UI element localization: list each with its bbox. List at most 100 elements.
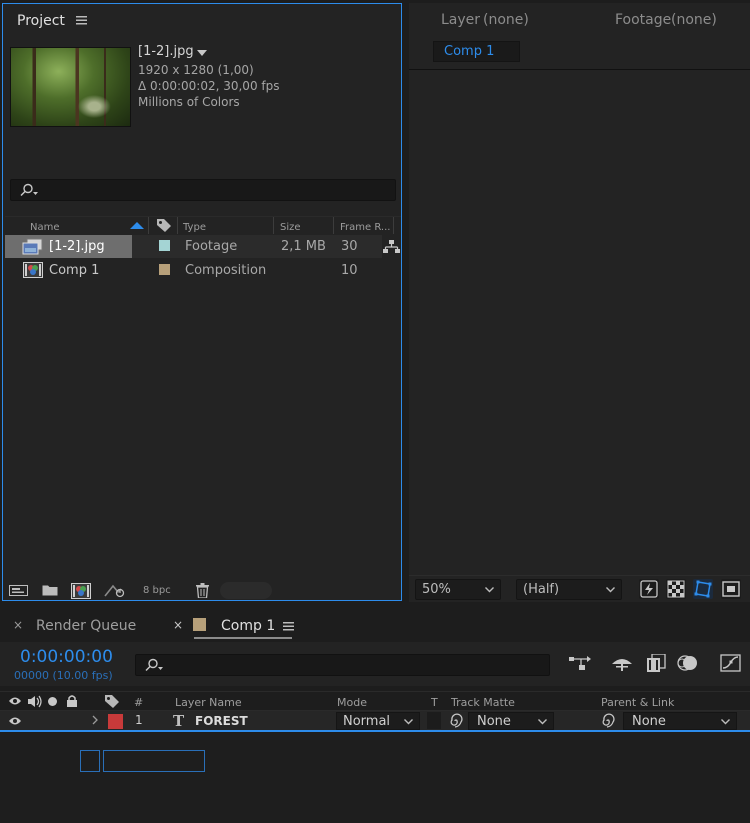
- panel-menu-icon[interactable]: [283, 621, 294, 631]
- sort-ascending-icon[interactable]: [130, 222, 144, 229]
- timeline-tabs: × Render Queue × Comp 1: [0, 612, 750, 642]
- close-icon[interactable]: ×: [13, 618, 23, 632]
- item-frame-rate: 10: [341, 263, 358, 278]
- project-item-footage[interactable]: [1-2].jpg Footage 2,1 MB 30: [5, 235, 382, 258]
- layer-label-swatch[interactable]: [108, 714, 123, 729]
- panel-menu-icon[interactable]: [76, 15, 87, 25]
- resolution-value: (Half): [523, 582, 560, 597]
- file-duration: Δ 0:00:00:02, 30,00 fps: [138, 79, 280, 93]
- region-of-interest-icon[interactable]: [721, 579, 741, 599]
- column-track-matte[interactable]: Track Matte: [451, 696, 515, 709]
- mask-visibility-icon[interactable]: [693, 579, 713, 599]
- eye-icon[interactable]: [8, 716, 22, 726]
- project-column-header: Name Type Size Frame R...: [5, 216, 401, 234]
- current-timecode[interactable]: 0:00:00:00: [20, 647, 113, 667]
- project-settings-icon[interactable]: [104, 583, 126, 598]
- project-search-input[interactable]: [10, 179, 396, 201]
- label-tag-icon[interactable]: [104, 694, 120, 708]
- viewer-header: Layer (none) Footage (none) Comp 1: [409, 3, 750, 70]
- zoom-value: 50%: [422, 582, 451, 597]
- motion-blur-icon[interactable]: [677, 654, 699, 672]
- close-icon[interactable]: ×: [173, 618, 183, 632]
- lock-icon[interactable]: [66, 694, 78, 708]
- column-name[interactable]: Name: [30, 222, 60, 233]
- project-footer: 8 bpc: [5, 581, 401, 601]
- column-size[interactable]: Size: [280, 222, 301, 233]
- search-icon: [144, 658, 166, 672]
- viewer-toolbar: 50% (Half): [409, 575, 750, 602]
- layer-value[interactable]: (none): [483, 12, 529, 28]
- flowchart-icon[interactable]: [383, 240, 400, 254]
- project-item-composition[interactable]: Comp 1 Composition 10: [5, 259, 382, 282]
- trash-icon[interactable]: [196, 583, 209, 598]
- fast-previews-icon[interactable]: [639, 579, 659, 599]
- mode-dropdown[interactable]: Normal: [336, 712, 420, 730]
- chevron-down-icon: [538, 719, 547, 725]
- comp-flowchart-icon[interactable]: [569, 655, 593, 671]
- chevron-right-icon[interactable]: [92, 715, 98, 725]
- layer-name[interactable]: FOREST: [195, 714, 248, 728]
- column-mode[interactable]: Mode: [337, 696, 367, 709]
- timeline-search-input[interactable]: [135, 654, 550, 676]
- interpret-footage-icon[interactable]: [9, 583, 29, 597]
- layer-row[interactable]: 1 T FOREST Normal None None: [0, 711, 750, 732]
- column-divider: [393, 217, 394, 234]
- switches-toggle-button[interactable]: [80, 750, 100, 772]
- composition-viewer[interactable]: [409, 70, 750, 575]
- new-folder-icon[interactable]: [42, 583, 58, 596]
- column-layer-name[interactable]: Layer Name: [175, 696, 242, 709]
- transparency-grid-icon[interactable]: [666, 579, 686, 599]
- tab-render-queue[interactable]: Render Queue: [36, 618, 136, 634]
- pickwhip-icon[interactable]: [447, 713, 465, 729]
- viewer-comp-tab[interactable]: Comp 1: [433, 41, 520, 62]
- frame-blending-icon[interactable]: [646, 654, 666, 672]
- footage-value[interactable]: (none): [671, 12, 717, 28]
- column-divider: [333, 217, 334, 234]
- column-t[interactable]: T: [431, 696, 438, 709]
- zoom-dropdown[interactable]: 50%: [415, 579, 501, 600]
- viewer-comp-tab-label: Comp 1: [444, 44, 495, 59]
- parent-dropdown[interactable]: None: [623, 712, 737, 730]
- mode-value: Normal: [343, 714, 391, 729]
- composition-icon: [23, 262, 43, 278]
- solo-icon[interactable]: [48, 697, 57, 706]
- chevron-down-icon: [721, 719, 730, 725]
- project-panel: Project [1-2].jpg 1920 x 1280 (1,00) Δ 0…: [2, 3, 402, 601]
- preserve-transparency-toggle[interactable]: [427, 712, 441, 729]
- timeline-header: 0:00:00:00 00000 (10.00 fps): [0, 642, 750, 686]
- graph-editor-icon[interactable]: [720, 654, 742, 672]
- speaker-icon[interactable]: [27, 695, 43, 708]
- label-color-swatch[interactable]: [159, 264, 170, 275]
- tab-comp-1[interactable]: Comp 1: [221, 618, 275, 634]
- modes-toggle-button[interactable]: [103, 750, 205, 772]
- item-name: Comp 1: [49, 263, 100, 278]
- selected-file-name: [1-2].jpg: [138, 44, 194, 59]
- new-composition-icon[interactable]: [71, 583, 91, 599]
- footage-thumbnail: [10, 47, 131, 127]
- chevron-down-icon: [485, 587, 494, 593]
- label-color-swatch[interactable]: [159, 240, 170, 251]
- item-name: [1-2].jpg: [49, 239, 105, 254]
- thumbnail-size-slider[interactable]: [220, 582, 272, 599]
- resolution-dropdown[interactable]: (Half): [516, 579, 622, 600]
- column-number: #: [134, 696, 144, 709]
- item-size: 2,1 MB: [281, 239, 326, 254]
- column-type[interactable]: Type: [183, 222, 206, 233]
- eye-icon[interactable]: [8, 696, 22, 706]
- triangle-down-icon[interactable]: [197, 50, 207, 56]
- item-type: Footage: [185, 239, 238, 254]
- column-frame-rate[interactable]: Frame R...: [340, 222, 390, 233]
- column-parent-link[interactable]: Parent & Link: [601, 696, 674, 709]
- label-tag-icon[interactable]: [156, 218, 172, 232]
- search-icon: [19, 183, 41, 197]
- track-matte-dropdown[interactable]: None: [468, 712, 554, 730]
- chevron-down-icon: [404, 719, 413, 725]
- active-tab-underline: [194, 637, 292, 639]
- bit-depth-button[interactable]: 8 bpc: [143, 585, 171, 596]
- comp-label-swatch: [193, 618, 206, 631]
- timeline-layer-area[interactable]: [0, 733, 750, 823]
- project-tab-title[interactable]: Project: [17, 13, 65, 29]
- parent-pickwhip-icon[interactable]: [599, 713, 617, 729]
- file-resolution: 1920 x 1280 (1,00): [138, 63, 254, 77]
- draft-3d-icon[interactable]: [610, 654, 634, 672]
